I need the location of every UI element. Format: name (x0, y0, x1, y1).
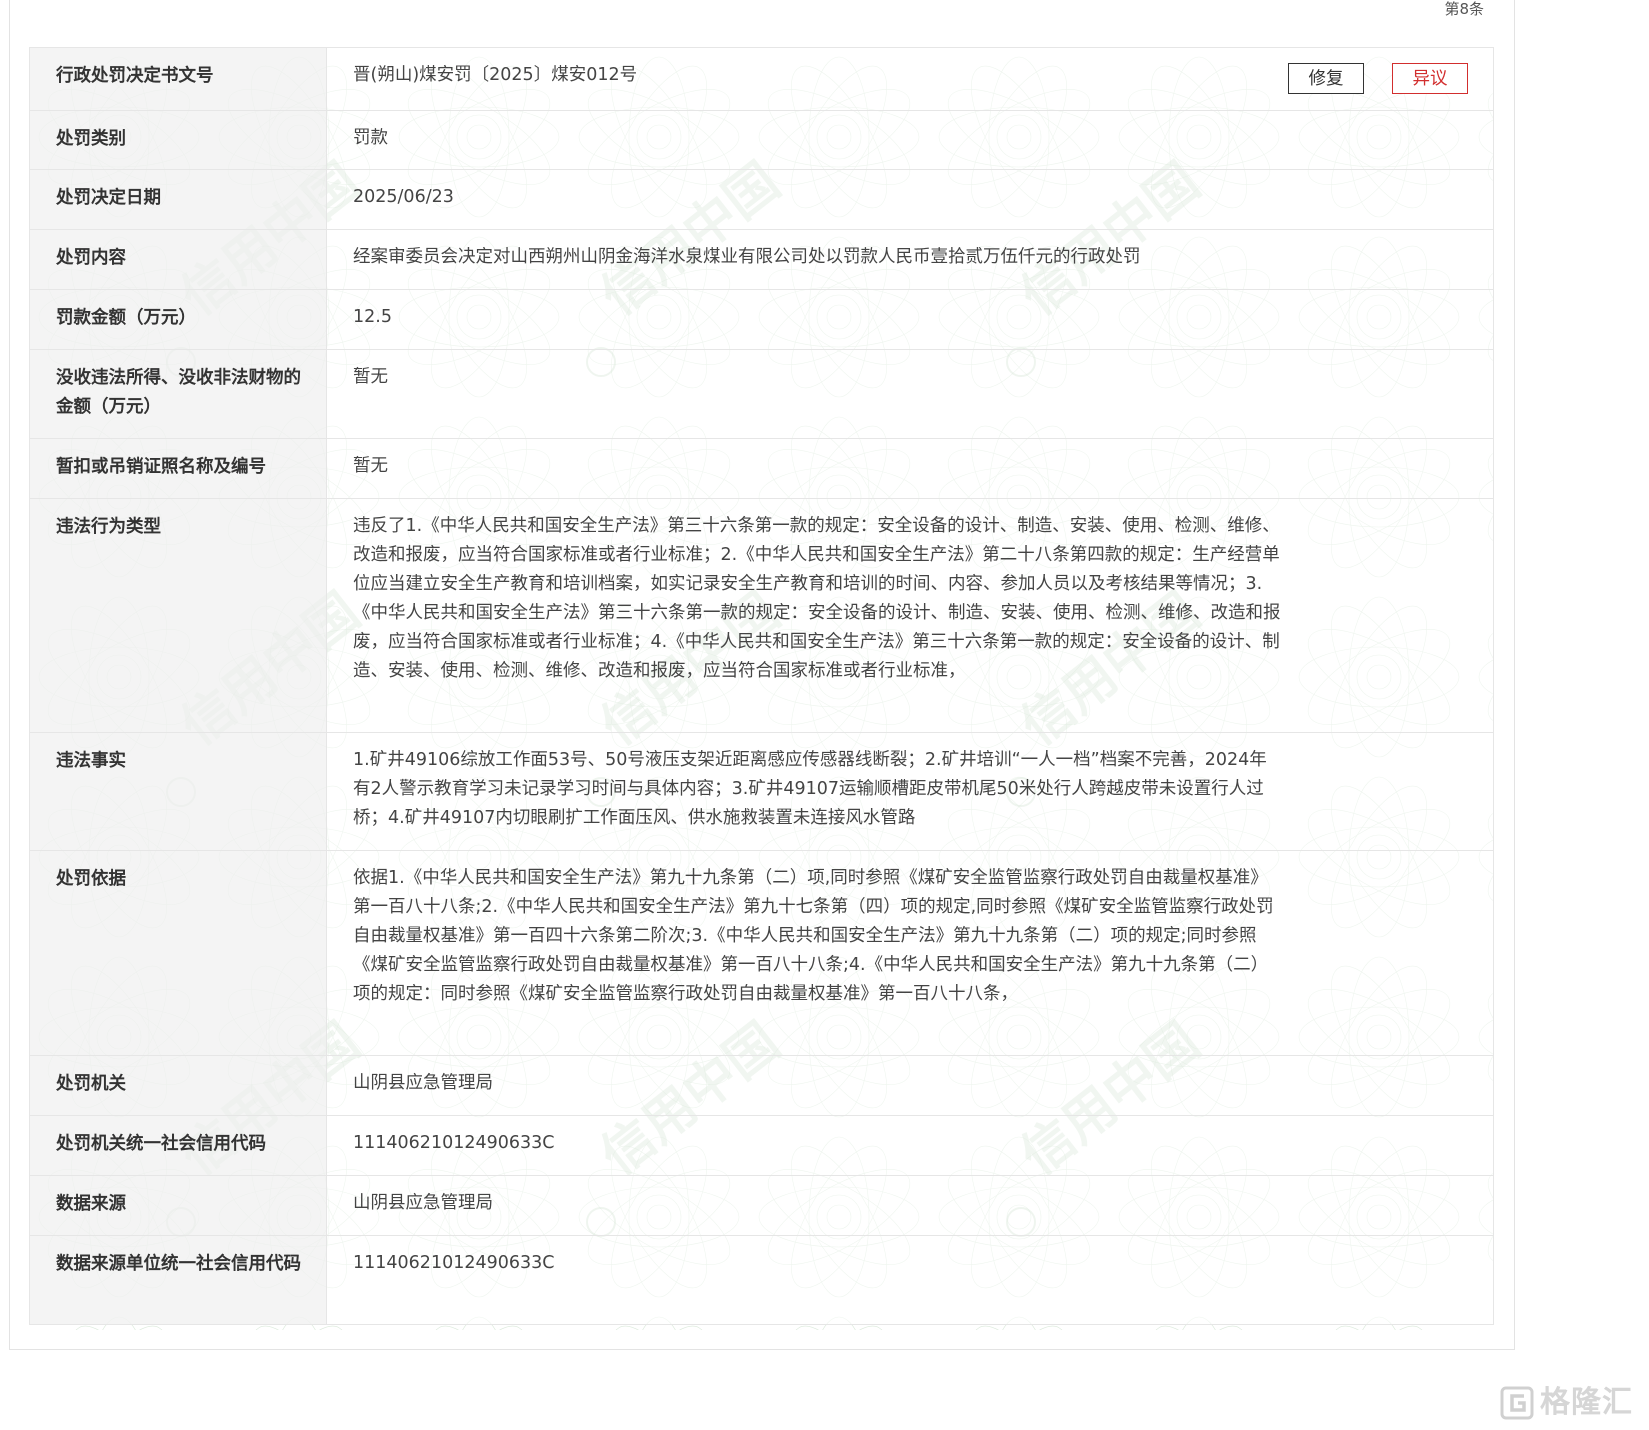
table-row: 数据来源单位统一社会信用代码 11140621012490633C (29, 1235, 1494, 1325)
g-logo-icon (1500, 1386, 1534, 1420)
row-value: 1.矿井49106综放工作面53号、50号液压支架近距离感应传感器线断裂；2.矿… (326, 732, 1494, 851)
row-value: 山阴县应急管理局 (326, 1055, 1494, 1116)
table-row: 暂扣或吊销证照名称及编号 暂无 (29, 438, 1494, 499)
row-label: 行政处罚决定书文号 (29, 47, 327, 111)
row-label: 数据来源单位统一社会信用代码 (29, 1235, 327, 1325)
row-value-cell: 晋(朔山)煤安罚〔2025〕煤安012号 修复 异议 (326, 47, 1494, 111)
row-label: 处罚类别 (29, 110, 327, 170)
row-label: 违法事实 (29, 732, 327, 851)
row-label: 处罚内容 (29, 229, 327, 290)
penalty-record-panel: 第8条 信用中国 信用中国 信用中国 信用中国 信用 (9, 0, 1515, 1350)
table-row: 处罚机关 山阴县应急管理局 (29, 1055, 1494, 1116)
table-row: 处罚类别 罚款 (29, 110, 1494, 170)
penalty-info-table: 行政处罚决定书文号 晋(朔山)煤安罚〔2025〕煤安012号 修复 异议 处罚类… (29, 47, 1494, 1325)
table-row: 违法行为类型 违反了1.《中华人民共和国安全生产法》第三十六条第一款的规定：安全… (29, 498, 1494, 733)
row-label: 数据来源 (29, 1175, 327, 1236)
table-row: 罚款金额（万元） 12.5 (29, 289, 1494, 350)
row-label: 暂扣或吊销证照名称及编号 (29, 438, 327, 499)
table-row: 数据来源 山阴县应急管理局 (29, 1175, 1494, 1236)
row-label: 处罚依据 (29, 850, 327, 1056)
record-index: 第8条 (1444, 0, 1484, 18)
row-value: 2025/06/23 (326, 169, 1494, 230)
brand-text: 格隆汇 (1540, 1385, 1633, 1420)
row-label: 处罚机关统一社会信用代码 (29, 1115, 327, 1176)
row-value: 依据1.《中华人民共和国安全生产法》第九十九条第（二）项,同时参照《煤矿安全监管… (326, 850, 1494, 1056)
table-row: 行政处罚决定书文号 晋(朔山)煤安罚〔2025〕煤安012号 修复 异议 (29, 47, 1494, 111)
fix-button[interactable]: 修复 (1288, 63, 1364, 94)
dispute-button[interactable]: 异议 (1392, 63, 1468, 94)
row-value: 违反了1.《中华人民共和国安全生产法》第三十六条第一款的规定：安全设备的设计、制… (326, 498, 1494, 733)
table-row: 违法事实 1.矿井49106综放工作面53号、50号液压支架近距离感应传感器线断… (29, 732, 1494, 851)
brand-watermark: 格隆汇 (1500, 1383, 1640, 1423)
row-value: 山阴县应急管理局 (326, 1175, 1494, 1236)
row-value: 暂无 (326, 349, 1494, 439)
row-label: 处罚机关 (29, 1055, 327, 1116)
row-value: 暂无 (326, 438, 1494, 499)
row-value: 11140621012490633C (326, 1235, 1494, 1325)
row-value: 11140621012490633C (326, 1115, 1494, 1176)
row-label: 处罚决定日期 (29, 169, 327, 230)
row-label: 违法行为类型 (29, 498, 327, 733)
row-value: 经案审委员会决定对山西朔州山阴金海洋水泉煤业有限公司处以罚款人民币壹拾贰万伍仟元… (326, 229, 1494, 290)
row-label: 没收违法所得、没收非法财物的金额（万元） (29, 349, 327, 439)
row-value: 12.5 (326, 289, 1494, 350)
row-value: 晋(朔山)煤安罚〔2025〕煤安012号 (353, 65, 638, 85)
row-label: 罚款金额（万元） (29, 289, 327, 350)
table-row: 处罚决定日期 2025/06/23 (29, 169, 1494, 230)
table-row: 处罚机关统一社会信用代码 11140621012490633C (29, 1115, 1494, 1176)
table-row: 处罚依据 依据1.《中华人民共和国安全生产法》第九十九条第（二）项,同时参照《煤… (29, 850, 1494, 1056)
table-row: 没收违法所得、没收非法财物的金额（万元） 暂无 (29, 349, 1494, 439)
row-value: 罚款 (326, 110, 1494, 170)
table-row: 处罚内容 经案审委员会决定对山西朔州山阴金海洋水泉煤业有限公司处以罚款人民币壹拾… (29, 229, 1494, 290)
